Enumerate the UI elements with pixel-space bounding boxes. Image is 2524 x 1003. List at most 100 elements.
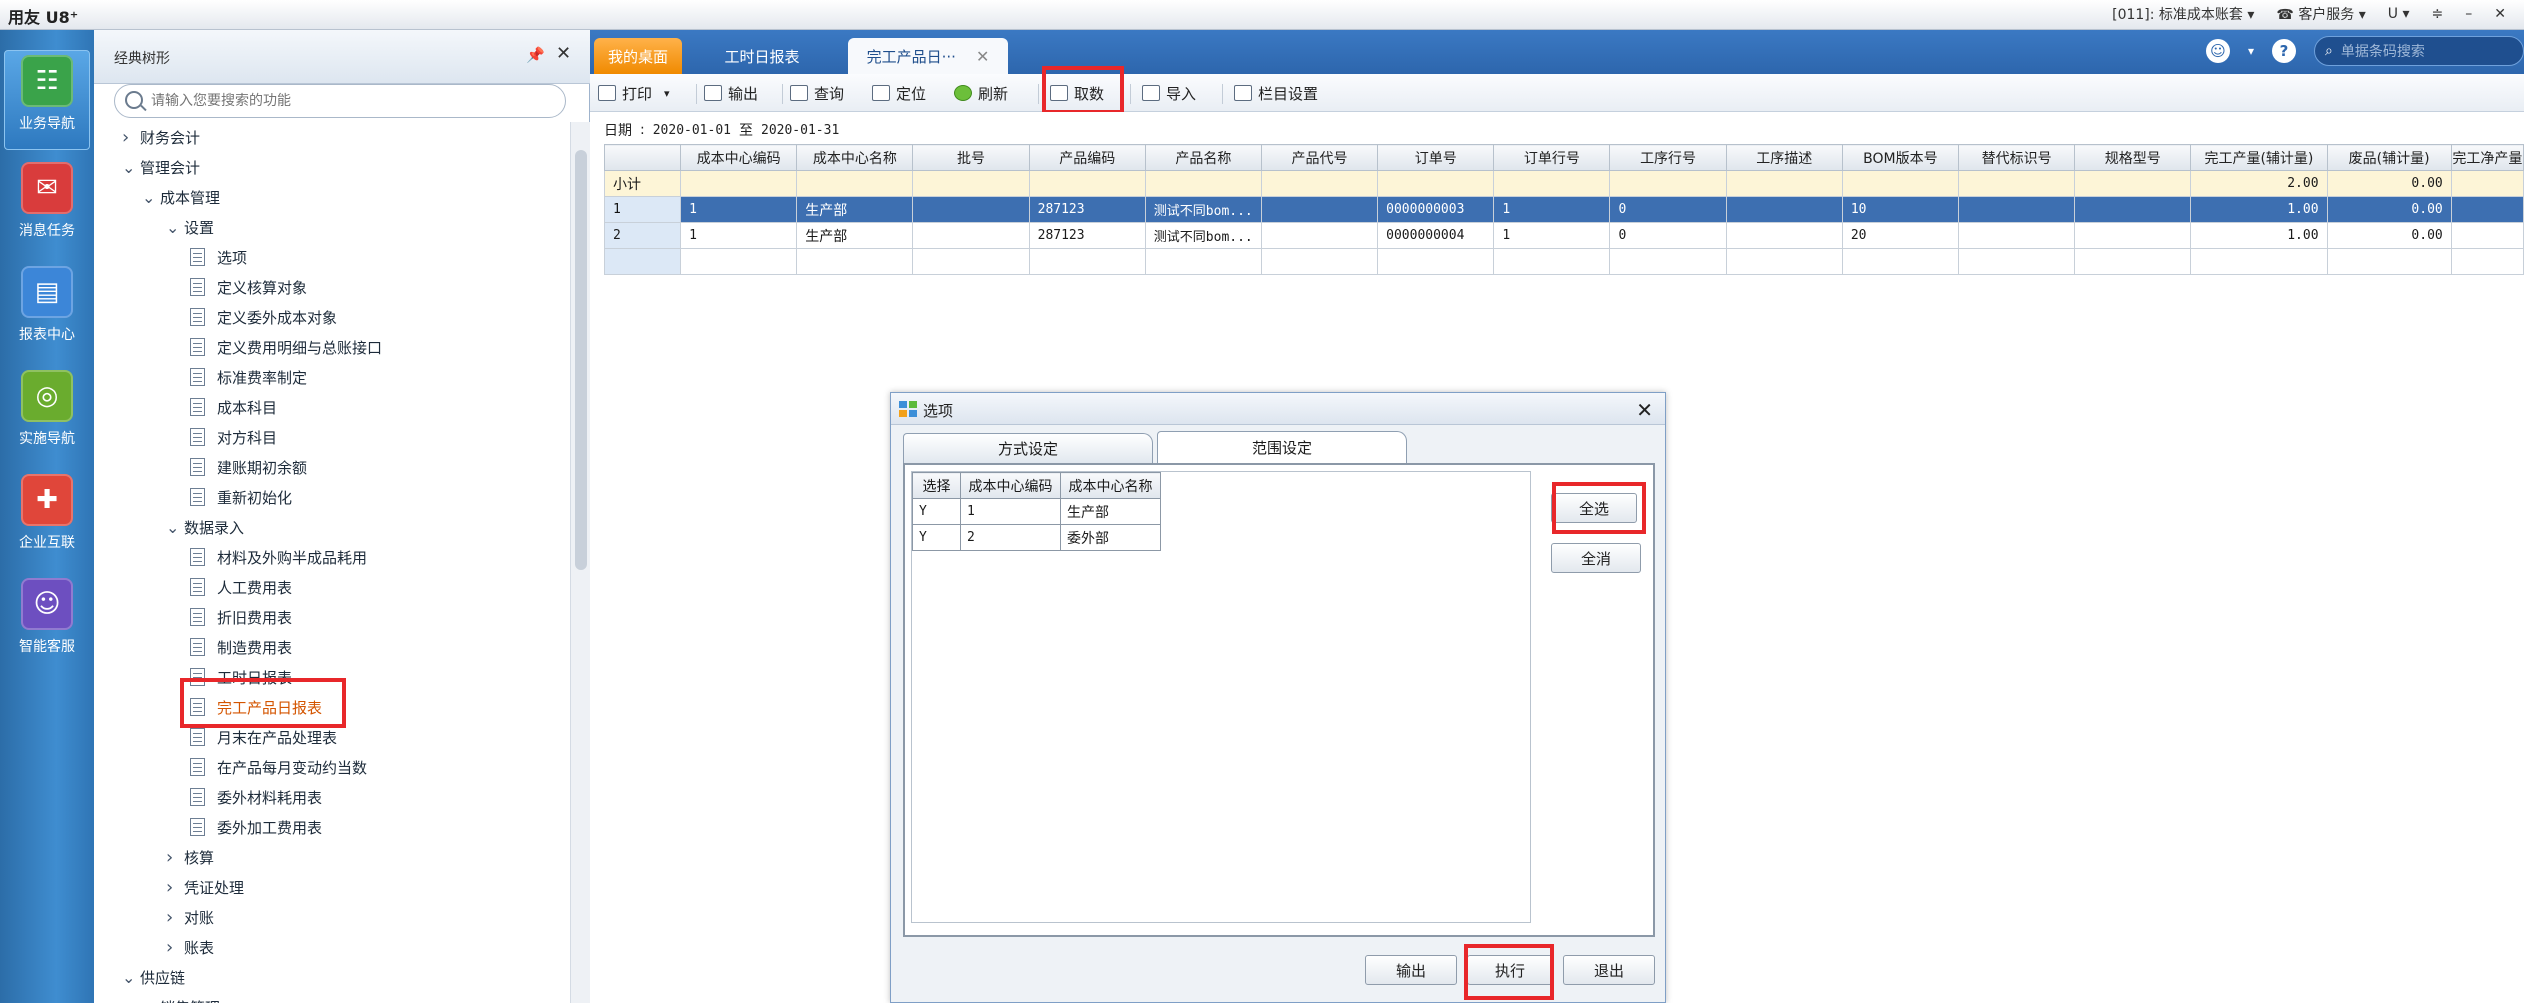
chevron-right-icon[interactable]: › — [166, 877, 184, 898]
row-number[interactable]: 1 — [603, 196, 682, 223]
account-dropdown[interactable]: [011]: 标准成本账套 ▾ — [2112, 4, 2254, 24]
smiley-icon[interactable]: ☺ — [2205, 39, 2230, 63]
grid-cell[interactable] — [1957, 248, 2076, 275]
tree-folder-item[interactable]: ⌄ 成本管理 — [142, 182, 220, 212]
close-window-button[interactable]: ✕ — [2494, 6, 2506, 22]
print-button[interactable]: 打印 ▾ — [598, 80, 670, 106]
table-row[interactable]: 1 1 生产部 287123 测试不同bom... 0000000003 1 0 10 1.00 0… — [603, 196, 2524, 223]
dialog-exit-button[interactable]: 退出 — [1563, 955, 1655, 985]
locate-button[interactable]: 定位 — [872, 80, 926, 106]
grid-column-header[interactable]: 规格型号 — [2074, 144, 2192, 171]
service-dropdown[interactable]: ☎ 客户服务 ▾ — [2276, 4, 2365, 24]
grid-cell[interactable] — [1725, 248, 1843, 275]
grid-column-header[interactable]: 替代标识号 — [1957, 144, 2076, 171]
tree-leaf-item[interactable]: 制造费用表 — [190, 632, 292, 662]
restore-button[interactable]: ≑ — [2432, 6, 2444, 22]
grid-cell[interactable] — [912, 248, 1030, 275]
tree-folder-item[interactable]: › 财务会计 — [122, 122, 200, 152]
grid-cell-spec[interactable] — [2074, 222, 2192, 249]
chevron-down-icon[interactable]: ⌄ — [166, 518, 184, 537]
tree-leaf-item[interactable]: 定义费用明细与总账接口 — [190, 332, 382, 362]
grid-cell-scrap[interactable]: 0.00 — [2326, 222, 2452, 249]
grid-cell-bom[interactable]: 20 — [1841, 222, 1960, 249]
chevron-down-icon[interactable]: ⌄ — [166, 218, 184, 237]
grid-column-header[interactable]: 产品名称 — [1144, 144, 1262, 171]
grid-cell-process-line[interactable]: 0 — [1609, 222, 1727, 249]
tree-leaf-item[interactable]: 在产品每月变动约当数 — [190, 752, 367, 782]
tab-mode-settings[interactable]: 方式设定 — [903, 433, 1153, 463]
grid-cell[interactable] — [2450, 196, 2524, 223]
grid-column-header[interactable]: 工序行号 — [1609, 144, 1727, 171]
nav-business[interactable]: ☷ 业务导航 — [4, 50, 90, 150]
grid-column-header[interactable]: 成本中心名称 — [796, 144, 914, 171]
nav-reports[interactable]: ▤ 报表中心 — [4, 266, 90, 344]
import-button[interactable]: 导入 — [1142, 80, 1196, 106]
tab-range-settings[interactable]: 范围设定 — [1157, 431, 1407, 463]
grid-cell-qty[interactable]: 1.00 — [2190, 196, 2328, 223]
grid-cell-bom[interactable]: 10 — [1841, 196, 1960, 223]
grid-cell-center-code[interactable]: 1 — [680, 196, 798, 223]
chevron-right-icon[interactable]: › — [166, 907, 184, 928]
grid-cell-batch[interactable] — [912, 196, 1030, 223]
tree-scroll-thumb[interactable] — [575, 150, 587, 570]
grid-cell-product-name[interactable]: 测试不同bom... — [1144, 196, 1262, 223]
tree-leaf-item[interactable]: 建账期初余额 — [190, 452, 307, 482]
pin-icon[interactable]: 📌 — [526, 46, 545, 64]
tab-work-hours-report[interactable]: 工时日报表 — [692, 38, 832, 74]
grid-cell[interactable] — [2450, 222, 2524, 249]
nav-implementation[interactable]: ◎ 实施导航 — [4, 370, 90, 448]
grid-cell-center-name[interactable]: 生产部 — [796, 222, 914, 249]
grid-cell-order-no[interactable]: 0000000003 — [1377, 196, 1495, 223]
grid-cell-center-name[interactable]: 生产部 — [796, 196, 914, 223]
grid-cell-process-desc[interactable] — [1725, 196, 1843, 223]
chevron-right-icon[interactable]: › — [122, 127, 140, 148]
tree-leaf-item[interactable]: 成本科目 — [190, 392, 277, 422]
row-select-flag[interactable]: Y — [912, 498, 961, 525]
grid-cell[interactable] — [1260, 248, 1379, 275]
tree-leaf-item[interactable]: 材料及外购半成品耗用 — [190, 542, 367, 572]
grid-cell[interactable] — [2074, 248, 2192, 275]
tree-folder-item[interactable]: › 账表 — [166, 932, 214, 962]
tree-leaf-item[interactable]: 人工费用表 — [190, 572, 292, 602]
barcode-search-box[interactable]: ⌕ 单据条码搜索 — [2314, 36, 2524, 66]
nav-smart-service[interactable]: ☺ 智能客服 — [4, 578, 90, 656]
tree-leaf-item[interactable]: 对方科目 — [190, 422, 277, 452]
u-menu-button[interactable]: U ▾ — [2388, 6, 2410, 22]
dialog-export-button[interactable]: 输出 — [1365, 955, 1457, 985]
grid-cell-alt[interactable] — [1957, 222, 2076, 249]
tree-folder-item[interactable]: ›销售管理 — [142, 992, 220, 1003]
table-row[interactable]: 2 1 生产部 287123 测试不同bom... 0000000004 1 0 20 1.00 0… — [603, 222, 2524, 249]
grid-cell[interactable] — [796, 248, 914, 275]
chevron-right-icon[interactable]: › — [166, 847, 184, 868]
grid-column-header[interactable]: 废品(辅计量) — [2326, 144, 2452, 171]
chevron-right-icon[interactable]: › — [166, 937, 184, 958]
grid-cell[interactable] — [2450, 248, 2524, 275]
chevron-down-icon[interactable]: ⌄ — [142, 188, 160, 207]
tree-leaf-item[interactable]: 折旧费用表 — [190, 602, 292, 632]
tab-close-icon[interactable]: ✕ — [976, 47, 989, 66]
row-number[interactable] — [603, 248, 682, 275]
chevron-down-icon[interactable]: ⌄ — [122, 968, 140, 987]
grid-cell-product-name[interactable]: 测试不同bom... — [1144, 222, 1262, 249]
grid-cell-product-alias[interactable] — [1260, 222, 1379, 249]
grid-cell[interactable] — [1377, 248, 1495, 275]
grid-cell-process-desc[interactable] — [1725, 222, 1843, 249]
grid-cell[interactable] — [680, 248, 798, 275]
empty-row[interactable] — [603, 248, 2524, 275]
dialog-close-icon[interactable]: ✕ — [1636, 398, 1653, 422]
grid-cell-product-code[interactable]: 287123 — [1028, 196, 1146, 223]
grid-cell[interactable] — [1841, 248, 1960, 275]
grid-cell-batch[interactable] — [912, 222, 1030, 249]
grid-cell[interactable] — [2190, 248, 2328, 275]
grid-cell[interactable] — [1609, 248, 1727, 275]
grid-column-header[interactable] — [603, 144, 682, 171]
tree-search-input[interactable] — [151, 91, 551, 111]
grid-cell[interactable] — [2326, 248, 2452, 275]
export-button[interactable]: 输出 — [704, 80, 758, 106]
cost-center-row[interactable]: Y 2 委外部 — [912, 524, 1161, 551]
smiley-dropdown-icon[interactable]: ▾ — [2248, 44, 2254, 58]
grid-column-header[interactable]: 产品编码 — [1028, 144, 1146, 171]
print-dropdown-icon[interactable]: ▾ — [664, 87, 670, 100]
tree-folder-item[interactable]: › 凭证处理 — [166, 872, 244, 902]
tree-folder-item[interactable]: ⌄ 设置 — [166, 212, 214, 242]
